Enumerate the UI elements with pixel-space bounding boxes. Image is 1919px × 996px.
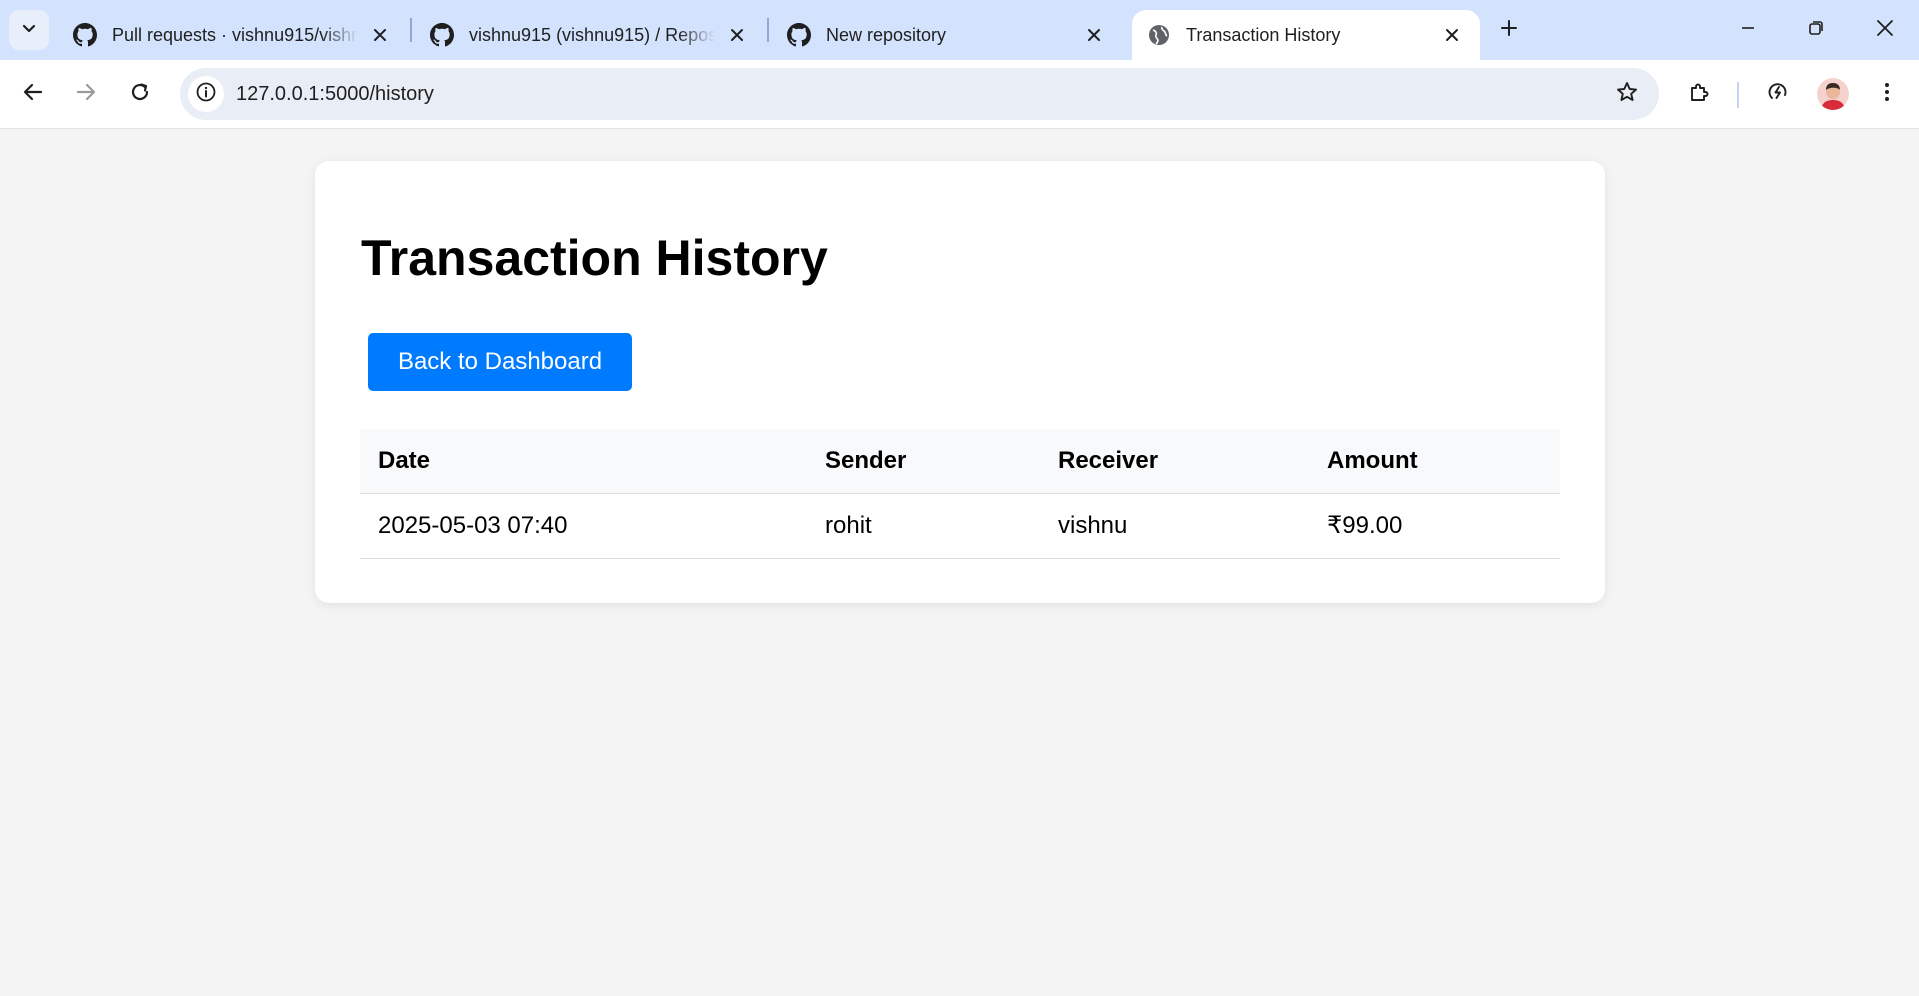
cell-amount: ₹99.00 xyxy=(1309,493,1560,559)
column-header-sender: Sender xyxy=(807,429,1040,494)
performance-button[interactable] xyxy=(1758,74,1798,114)
arrow-right-icon xyxy=(75,81,97,108)
star-icon xyxy=(1615,80,1639,109)
tab-title: Pull requests · vishnu915/vishnu xyxy=(112,24,358,45)
github-icon xyxy=(72,22,98,48)
back-nav-button[interactable] xyxy=(13,74,53,114)
globe-icon xyxy=(1146,22,1172,48)
cell-receiver: vishnu xyxy=(1040,493,1309,559)
tab-pull-requests[interactable]: Pull requests · vishnu915/vishnu xyxy=(58,10,408,60)
cell-date: 2025-05-03 07:40 xyxy=(360,493,807,559)
page-title: Transaction History xyxy=(361,230,828,286)
tab-title: vishnu915 (vishnu915) / Repositories xyxy=(469,24,715,45)
close-icon[interactable] xyxy=(723,21,751,49)
avatar[interactable] xyxy=(1817,78,1849,110)
close-window-button[interactable] xyxy=(1863,8,1907,52)
github-icon xyxy=(429,22,455,48)
kebab-menu-icon xyxy=(1876,81,1898,108)
info-icon xyxy=(195,81,217,108)
back-to-dashboard-button[interactable]: Back to Dashboard xyxy=(368,333,632,391)
chevron-down-icon xyxy=(20,19,38,42)
restore-button[interactable] xyxy=(1794,8,1838,52)
browser-toolbar: 127.0.0.1:5000/history xyxy=(0,60,1919,129)
url-text[interactable]: 127.0.0.1:5000/history xyxy=(236,68,434,120)
bookmark-button[interactable] xyxy=(1611,78,1643,110)
browser-menu-button[interactable] xyxy=(1867,74,1907,114)
reload-button[interactable] xyxy=(120,74,160,114)
toolbar-divider xyxy=(1737,82,1739,108)
minimize-button[interactable] xyxy=(1726,8,1770,52)
puzzle-icon xyxy=(1687,80,1711,109)
tab-transaction-history[interactable]: Transaction History xyxy=(1132,10,1480,60)
close-icon[interactable] xyxy=(1080,21,1108,49)
site-info-button[interactable] xyxy=(188,76,224,112)
column-header-date: Date xyxy=(360,429,807,494)
reload-icon xyxy=(129,81,151,108)
restore-icon xyxy=(1807,19,1825,42)
history-card: Transaction History Back to Dashboard Da… xyxy=(315,161,1605,603)
arrow-left-icon xyxy=(22,81,44,108)
tab-separator xyxy=(767,18,769,42)
table-header-row: Date Sender Receiver Amount xyxy=(360,429,1560,494)
extensions-button[interactable] xyxy=(1679,74,1719,114)
github-icon xyxy=(786,22,812,48)
close-icon xyxy=(1876,19,1894,42)
close-icon[interactable] xyxy=(1438,21,1466,49)
new-tab-button[interactable] xyxy=(1493,14,1525,46)
tab-strip: Pull requests · vishnu915/vishnu vishnu9… xyxy=(0,0,1919,60)
tab-title: Transaction History xyxy=(1186,24,1341,45)
minimize-icon xyxy=(1739,19,1757,42)
tab-search-button[interactable] xyxy=(9,10,49,50)
column-header-amount: Amount xyxy=(1309,429,1560,494)
tab-repositories[interactable]: vishnu915 (vishnu915) / Repositories xyxy=(415,10,765,60)
column-header-receiver: Receiver xyxy=(1040,429,1309,494)
tab-new-repository[interactable]: New repository xyxy=(772,10,1122,60)
address-bar[interactable]: 127.0.0.1:5000/history xyxy=(180,68,1659,120)
forward-nav-button[interactable] xyxy=(66,74,106,114)
energy-saver-icon xyxy=(1766,80,1790,109)
close-icon[interactable] xyxy=(366,21,394,49)
transaction-table: Date Sender Receiver Amount 2025-05-03 0… xyxy=(360,429,1560,559)
page-content: Transaction History Back to Dashboard Da… xyxy=(0,130,1919,996)
plus-icon xyxy=(1499,18,1519,43)
tab-title: New repository xyxy=(826,24,947,45)
cell-sender: rohit xyxy=(807,493,1040,559)
tab-separator xyxy=(410,18,412,42)
table-row: 2025-05-03 07:40 rohit vishnu ₹99.00 xyxy=(360,493,1560,559)
